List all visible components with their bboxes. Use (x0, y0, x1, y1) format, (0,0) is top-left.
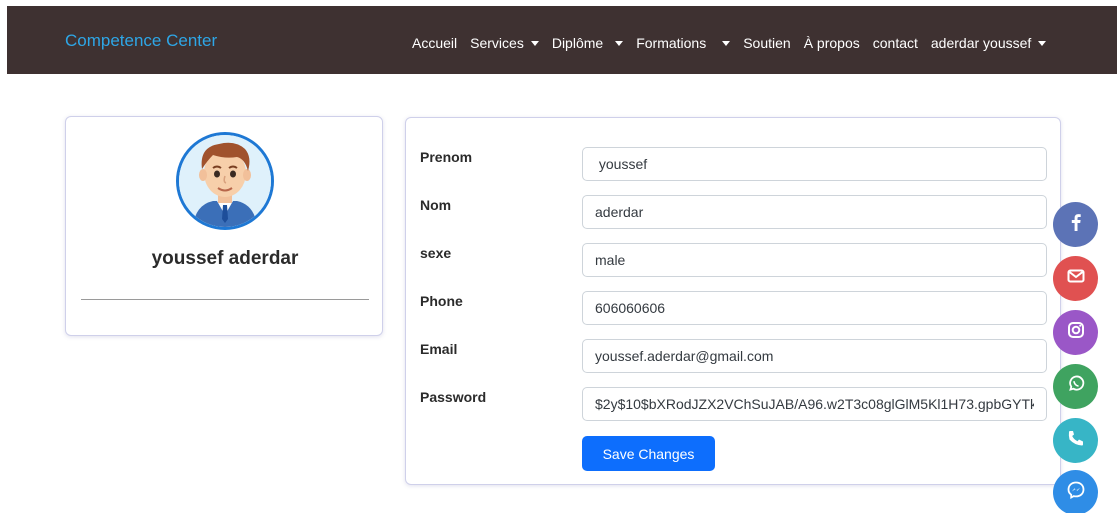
email-input[interactable] (582, 339, 1047, 373)
messenger-button[interactable] (1053, 470, 1098, 513)
nav-item-label: À propos (803, 35, 860, 51)
whatsapp-button[interactable] (1053, 364, 1098, 409)
nom-label: Nom (420, 197, 452, 213)
user-avatar-icon (176, 132, 274, 230)
nav-item-label: Formations (636, 35, 707, 51)
email-icon (1066, 266, 1086, 291)
nom-input[interactable] (582, 195, 1047, 229)
instagram-button[interactable] (1053, 310, 1098, 355)
profile-form-card: Prenom Nom sexe Phone Email Password Sav… (405, 117, 1061, 485)
facebook-button[interactable] (1053, 202, 1098, 247)
caret-down-icon (530, 40, 539, 46)
nav-item-diplome[interactable]: Diplôme (551, 35, 624, 51)
sexe-label: sexe (420, 245, 452, 261)
top-navbar: Competence Center Accueil Services Diplô… (7, 6, 1117, 74)
whatsapp-icon (1066, 374, 1086, 399)
phone-button[interactable] (1053, 418, 1098, 463)
profile-card: youssef aderdar (65, 116, 383, 336)
nav-item-formations[interactable]: Formations (636, 35, 731, 51)
phone-icon (1066, 428, 1086, 453)
nav-item-contact[interactable]: contact (873, 35, 918, 51)
instagram-icon (1066, 320, 1086, 345)
nav-item-user-menu[interactable]: aderdar youssef (930, 35, 1047, 51)
nav-item-label: aderdar youssef (930, 35, 1032, 51)
nav-item-soutien[interactable]: Soutien (743, 35, 790, 51)
nav-item-label: contact (872, 35, 918, 51)
sexe-input[interactable] (582, 243, 1047, 277)
nav-item-a-propos[interactable]: À propos (804, 35, 860, 51)
facebook-icon (1066, 212, 1086, 237)
nav-menu: Accueil Services Diplôme Formations Sout… (412, 35, 1059, 51)
phone-input[interactable] (582, 291, 1047, 325)
brand-logo[interactable]: Competence Center (65, 31, 217, 51)
password-input[interactable] (582, 387, 1047, 421)
prenom-input[interactable] (582, 147, 1047, 181)
messenger-icon (1066, 480, 1086, 505)
caret-down-icon (1038, 40, 1047, 46)
caret-down-icon (615, 40, 624, 46)
email-button[interactable] (1053, 256, 1098, 301)
phone-label: Phone (420, 293, 463, 309)
nav-item-label: Soutien (743, 35, 791, 51)
nav-item-services[interactable]: Services (470, 35, 539, 51)
caret-down-icon (722, 40, 731, 46)
nav-item-accueil[interactable]: Accueil (412, 35, 457, 51)
prenom-label: Prenom (420, 149, 473, 165)
profile-name: youssef aderdar (151, 248, 299, 269)
nav-item-label: Services (470, 35, 524, 51)
nav-item-label: Accueil (412, 35, 458, 51)
nav-item-label: Diplôme (551, 35, 604, 51)
save-changes-button[interactable]: Save Changes (582, 436, 715, 471)
password-label: Password (420, 389, 487, 405)
profile-divider (81, 299, 369, 300)
email-label: Email (420, 341, 458, 357)
